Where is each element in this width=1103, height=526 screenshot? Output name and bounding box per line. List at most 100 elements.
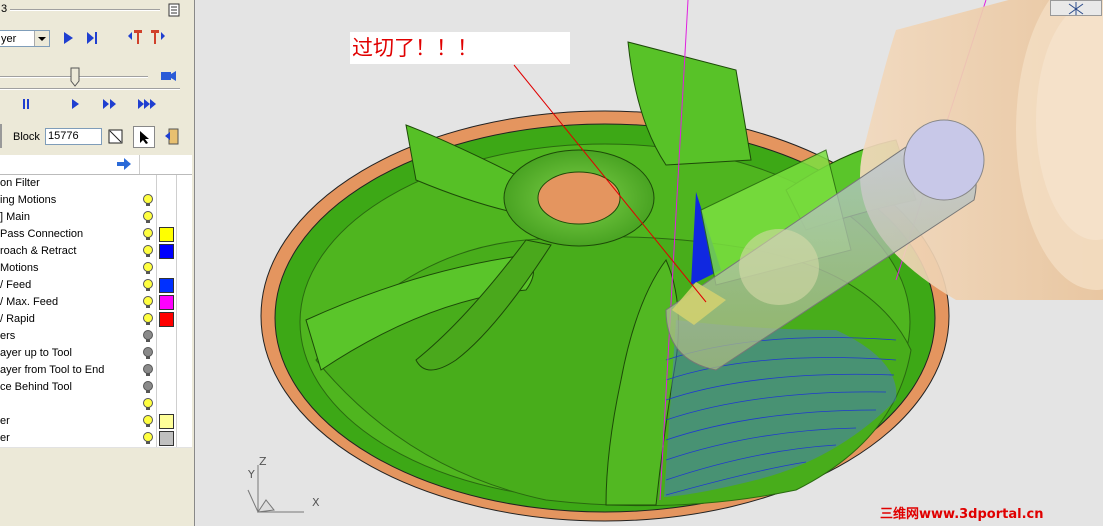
tree-row-label: ayer up to Tool <box>0 347 72 359</box>
bulb-base <box>146 254 150 257</box>
bulb-base <box>146 271 150 274</box>
tree-row-label: ayer from Tool to End <box>0 364 105 376</box>
column-divider <box>156 226 157 243</box>
column-divider <box>176 379 177 396</box>
viewport-corner-button[interactable] <box>1050 0 1102 16</box>
column-divider <box>156 362 157 379</box>
axis-x-label: X <box>312 496 320 509</box>
step-forward-icon[interactable] <box>70 98 80 110</box>
column-divider <box>176 260 177 277</box>
tool-shaft-end <box>903 119 985 201</box>
toolbar-number: 3 <box>1 3 8 15</box>
fast-forward-icon[interactable] <box>102 98 118 110</box>
overcut-annotation: 过切了！！！ <box>350 32 570 64</box>
bulb-base <box>146 288 150 291</box>
column-divider <box>176 345 177 362</box>
pointer-button[interactable] <box>133 126 155 148</box>
column-divider <box>156 396 157 413</box>
column-divider <box>176 294 177 311</box>
tree-row[interactable] <box>0 396 192 414</box>
layer-select[interactable]: yer <box>0 30 50 47</box>
bulb-base <box>146 322 150 325</box>
column-divider <box>156 345 157 362</box>
column-divider <box>156 209 157 226</box>
step-end-icon[interactable] <box>85 31 99 45</box>
arrow-right-icon[interactable] <box>116 158 132 170</box>
simulation-control-panel: 3 yer Block 15776 on Filter ing Motions … <box>0 0 195 526</box>
column-divider <box>156 260 157 277</box>
color-swatch[interactable] <box>159 312 174 327</box>
tree-row[interactable]: ayer up to Tool <box>0 345 192 363</box>
column-divider <box>156 311 157 328</box>
chevron-down-icon[interactable] <box>34 31 49 46</box>
bulb-base <box>146 424 150 427</box>
color-swatch[interactable] <box>159 227 174 242</box>
bulb-base <box>146 390 150 393</box>
color-swatch[interactable] <box>159 414 174 429</box>
tree-row[interactable]: ayer from Tool to End <box>0 362 192 380</box>
view-axis-icon <box>247 465 304 513</box>
bulb-base <box>146 373 150 376</box>
bulb-base <box>146 441 150 444</box>
tree-row-label: ] Main <box>0 211 30 223</box>
color-swatch[interactable] <box>159 244 174 259</box>
column-divider <box>176 328 177 345</box>
play-icon[interactable] <box>62 31 74 45</box>
tree-row[interactable]: Motions <box>0 260 192 278</box>
pause-icon[interactable] <box>21 98 31 110</box>
tree-row[interactable]: ing Motions <box>0 192 192 210</box>
camera-icon[interactable] <box>160 69 177 82</box>
column-divider <box>176 311 177 328</box>
column-divider <box>176 430 177 447</box>
bulb-base <box>146 356 150 359</box>
watermark: 三维网www.3dportal.cn <box>880 507 1044 522</box>
tree-row-label: ing Motions <box>0 194 57 206</box>
tree-row[interactable]: er <box>0 413 192 431</box>
color-swatch[interactable] <box>159 431 174 446</box>
tree-row-label: roach & Retract <box>0 245 77 257</box>
bulb-base <box>146 305 150 308</box>
pointer-icon <box>140 131 149 144</box>
column-divider <box>156 243 157 260</box>
exit-icon[interactable] <box>164 128 180 146</box>
column-divider <box>176 396 177 413</box>
column-divider <box>176 209 177 226</box>
tree-row[interactable]: / Rapid <box>0 311 192 329</box>
tree-row[interactable]: ers <box>0 328 192 346</box>
column-divider <box>156 175 157 192</box>
column-divider <box>156 413 157 430</box>
hub-bore <box>537 171 621 225</box>
color-swatch[interactable] <box>159 278 174 293</box>
properties-icon[interactable] <box>168 3 182 17</box>
tree-row[interactable]: ce Behind Tool <box>0 379 192 397</box>
panel-divider <box>0 124 2 148</box>
tree-row-label: / Feed <box>0 279 32 291</box>
next-marker-icon[interactable] <box>150 28 166 46</box>
column-divider <box>176 175 177 192</box>
tree-row[interactable]: ] Main <box>0 209 192 227</box>
slider-track-top <box>10 9 160 11</box>
tree-row[interactable]: er <box>0 430 192 448</box>
block-input[interactable]: 15776 <box>45 128 102 145</box>
view-cube-icon <box>1068 2 1084 15</box>
speed-slider-thumb[interactable] <box>70 67 80 87</box>
tree-row[interactable]: Pass Connection <box>0 226 192 244</box>
prev-marker-icon[interactable] <box>127 28 143 46</box>
tree-row[interactable]: on Filter <box>0 175 192 193</box>
impeller-scene <box>247 0 1103 522</box>
tree-row[interactable]: roach & Retract <box>0 243 192 261</box>
tree-row[interactable]: / Feed <box>0 277 192 295</box>
tree-row[interactable]: / Max. Feed <box>0 294 192 312</box>
block-label: Block <box>13 131 40 143</box>
viewport-3d[interactable]: Z Y X <box>196 0 1103 526</box>
color-swatch[interactable] <box>159 295 174 310</box>
axis-z-label: Z <box>259 455 267 468</box>
tree-row-label: ce Behind Tool <box>0 381 72 393</box>
column-divider <box>156 277 157 294</box>
fastest-forward-icon[interactable] <box>137 98 159 110</box>
tree-row-label: Motions <box>0 262 39 274</box>
tick-strip <box>0 88 180 90</box>
column-divider <box>156 328 157 345</box>
column-divider <box>156 294 157 311</box>
zoom-box-icon[interactable] <box>108 129 124 145</box>
